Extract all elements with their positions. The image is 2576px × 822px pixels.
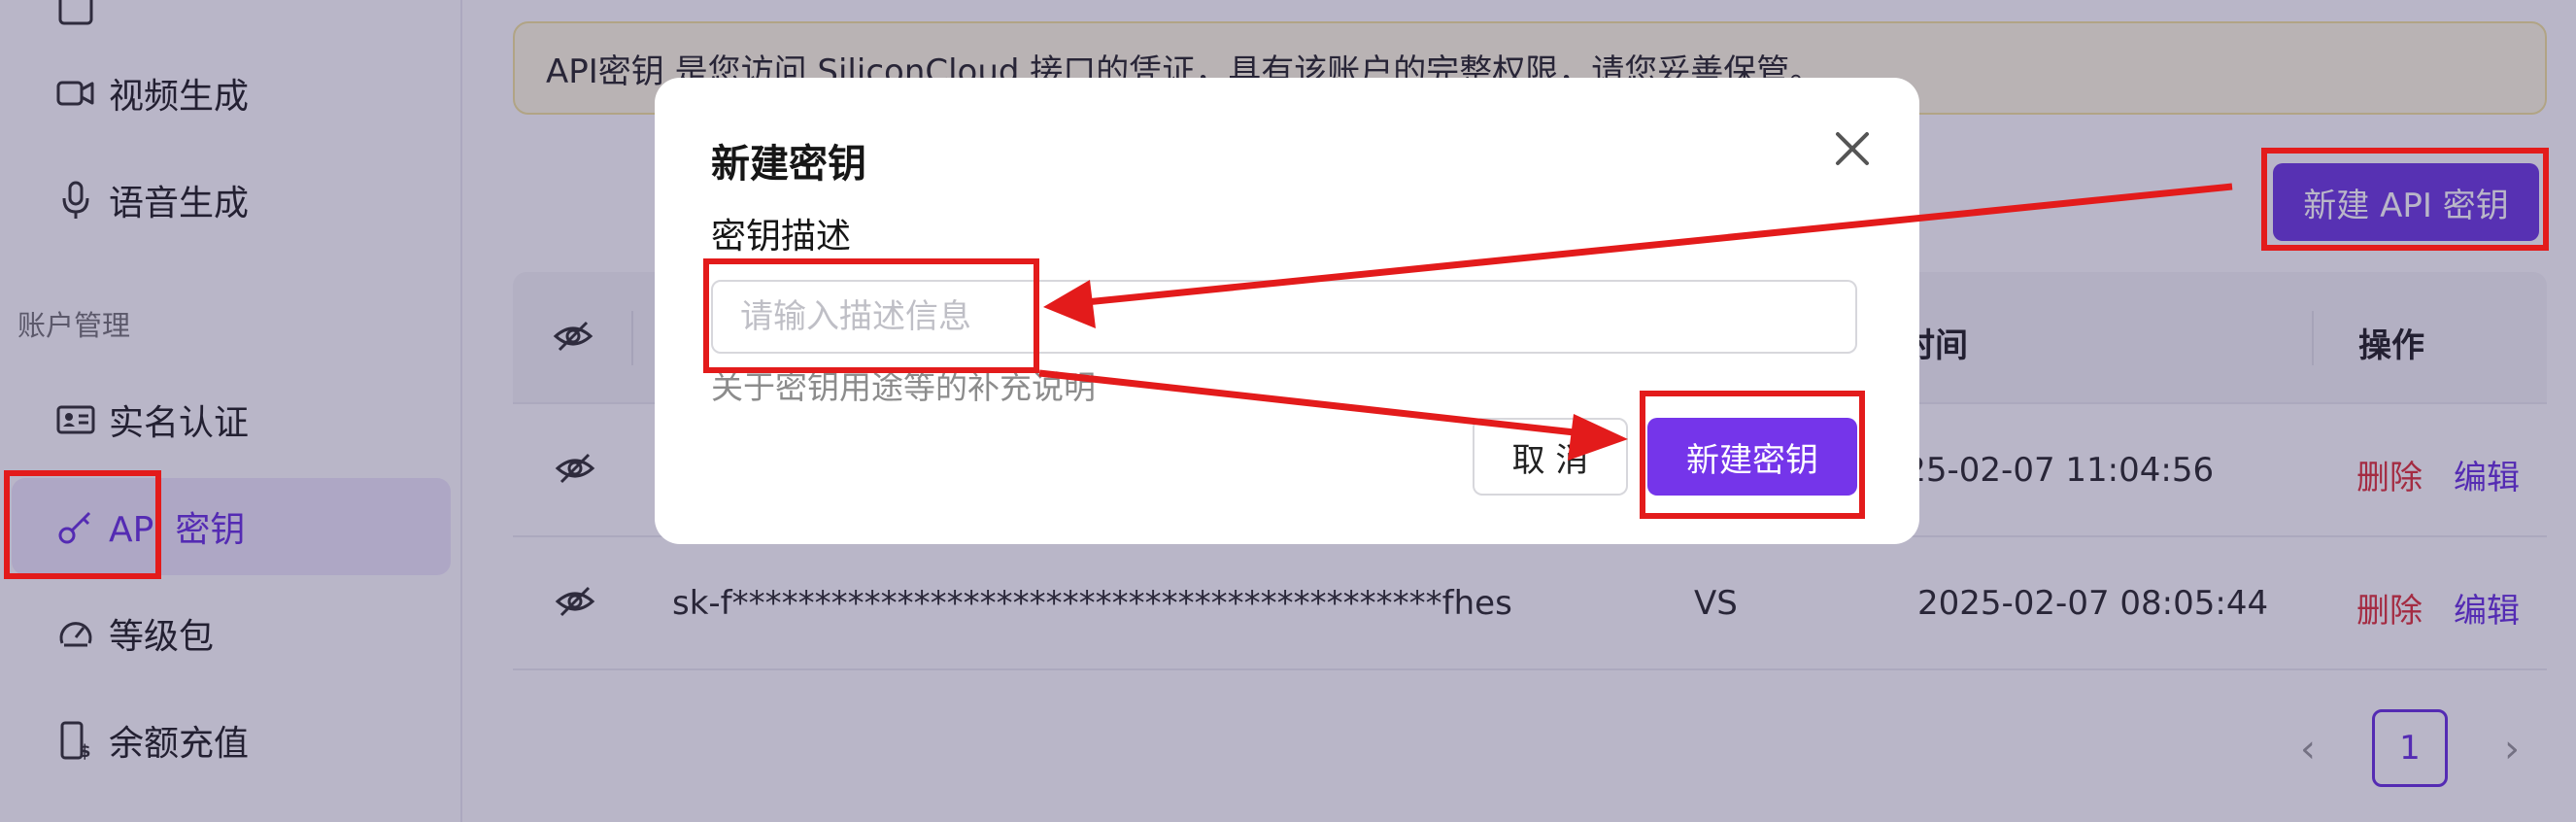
cancel-button[interactable]: 取 消 [1473,418,1628,496]
annotation-box-new-key-button [2261,148,2549,251]
close-icon[interactable] [1828,124,1877,173]
annotation-box-create-key-button [1640,391,1865,519]
description-field-label: 密钥描述 [711,217,852,257]
annotation-box-description-input [703,258,1039,373]
dialog-title: 新建密钥 [711,142,866,187]
annotation-box-sidebar-api-keys [4,470,161,579]
app: 视频生成 语音生成 账户管理 实名认证 API 密钥 等级包 $ 余额充值 AP… [0,0,2576,822]
